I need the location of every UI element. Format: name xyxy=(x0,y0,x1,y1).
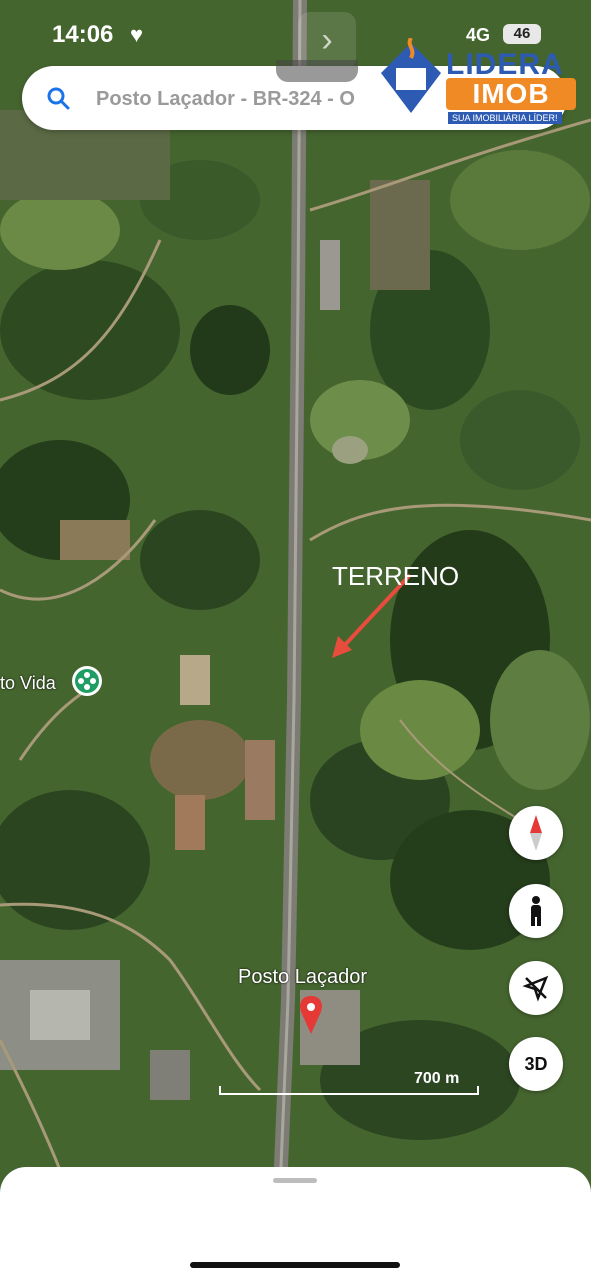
place-label[interactable]: Posto Laçador xyxy=(238,966,367,989)
top-handle xyxy=(276,60,358,82)
location-button[interactable] xyxy=(509,961,563,1015)
search-icon xyxy=(47,87,70,110)
logo-emblem xyxy=(381,38,441,113)
heart-icon: ♥ xyxy=(130,22,144,47)
poi-label[interactable]: to Vida xyxy=(0,673,56,694)
home-indicator[interactable] xyxy=(190,1262,400,1268)
poi-flower-icon[interactable] xyxy=(72,666,102,696)
location-off-icon xyxy=(522,975,549,1002)
satellite-map[interactable]: TERRENO Posto Laçador to Vida 700 m xyxy=(0,0,591,1190)
sheet-grip-handle[interactable] xyxy=(273,1178,317,1183)
status-time: 14:06 xyxy=(52,21,114,48)
logo-brand-top: LIDERA xyxy=(446,48,564,81)
satellite-imagery xyxy=(0,0,591,1190)
street-view-person-icon xyxy=(531,896,541,926)
scale-label: 700 m xyxy=(414,1070,460,1087)
watermark-logo: LIDERA IMOB SUA IMOBILIÁRIA LÍDER! xyxy=(376,30,586,130)
logo-brand-bottom: IMOB xyxy=(446,78,576,110)
terreno-annotation: TERRENO xyxy=(332,561,460,591)
logo-tagline: SUA IMOBILIÁRIA LÍDER! xyxy=(448,112,562,124)
compass-button[interactable] xyxy=(509,806,563,860)
3d-button[interactable]: 3D xyxy=(509,1037,563,1091)
street-view-button[interactable] xyxy=(509,884,563,938)
compass-icon xyxy=(530,815,542,851)
